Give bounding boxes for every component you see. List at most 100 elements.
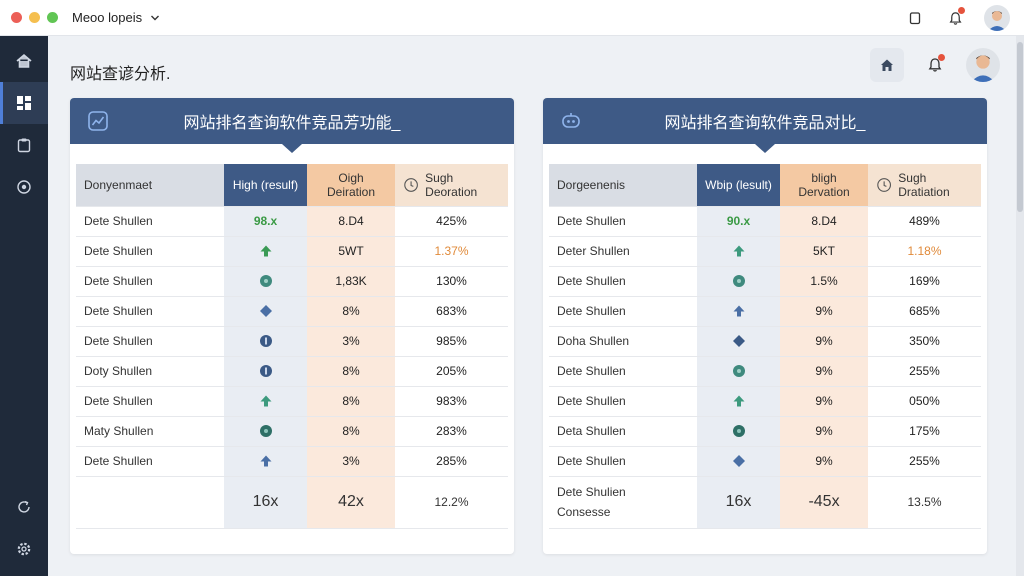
table-row[interactable]: Deter Shullen 5KT 1.18% (549, 236, 981, 267)
sidebar-item-dashboard[interactable] (0, 82, 48, 124)
cell-sugh: 130% (395, 266, 508, 297)
panel-title: 网站排名查询软件竞品芳功能_ (183, 115, 401, 132)
sidebar-item-home[interactable] (0, 40, 48, 82)
home-button[interactable] (870, 48, 904, 82)
close-window-button[interactable] (11, 12, 22, 23)
table-row[interactable]: Maty Shullen 8% 283% (76, 416, 508, 447)
table-row[interactable]: Dete Shullen 90.x 8.D4 489% (549, 206, 981, 237)
sidebar-item-refresh[interactable] (0, 486, 48, 528)
copy-icon (909, 12, 921, 25)
column-header-orig[interactable]: bligh Dervation (780, 164, 868, 207)
cell-name: Dete Shullen (76, 446, 224, 477)
cell-orig: 8.D4 (307, 206, 395, 237)
cell-sugh: 350% (868, 326, 981, 357)
table-row[interactable]: Doha Shullen 9% 350% (549, 326, 981, 357)
table-row[interactable]: Dete Shullen 3% 985% (76, 326, 508, 357)
cell-high (224, 236, 307, 267)
table-row[interactable]: Dete Shullen 1,83K 130% (76, 266, 508, 297)
cell-high: 90.x (697, 206, 780, 237)
cell-sugh: 175% (868, 416, 981, 447)
title-bar: Meoo lopeis (0, 0, 1024, 36)
cell-sugh-value: 130% (436, 274, 467, 288)
notifications-button[interactable] (944, 7, 966, 29)
column-header-name[interactable]: Donyenmaet (76, 164, 224, 207)
cell-high (697, 416, 780, 447)
column-header-sugh-label: Sugh Dratiation (898, 170, 950, 199)
cell-sugh: 205% (395, 356, 508, 387)
column-header-name[interactable]: Dorgeenenis (549, 164, 697, 207)
comparison-table: Donyenmaet High (resulf) Oigh Deiration … (76, 164, 508, 529)
sidebar-item-settings[interactable] (0, 528, 48, 570)
cell-high (697, 386, 780, 417)
cell-sugh-value: 1.37% (434, 244, 469, 258)
table-row[interactable]: Dete Shullen 9% 685% (549, 296, 981, 327)
cell-high (697, 296, 780, 327)
table-row[interactable]: Dete Shullen 8% 683% (76, 296, 508, 327)
cell-sugh: 283% (395, 416, 508, 447)
column-header-sugh[interactable]: Sugh Deoration (395, 164, 508, 207)
cell-name: Dete Shullen (549, 296, 697, 327)
avatar-icon (971, 55, 995, 82)
cell-high (224, 266, 307, 297)
clipboard-icon (17, 138, 31, 153)
sidebar-item-services[interactable] (0, 166, 48, 208)
home-icon (881, 59, 893, 71)
cell-high-value: 90.x (726, 214, 751, 228)
cell-sugh-value: 050% (909, 394, 940, 408)
app-title-dropdown[interactable]: Meoo lopeis (72, 10, 160, 25)
table-row[interactable]: Dete Shullen 3% 285% (76, 446, 508, 477)
table-row[interactable]: Dete Shullen 9% 255% (549, 446, 981, 477)
header-notifications-button[interactable] (918, 48, 952, 82)
column-header-sugh[interactable]: Sugh Dratiation (868, 164, 981, 207)
cell-name: Deta Shullen (549, 416, 697, 447)
panel-header: 网站排名查询软件竞品对比_ (543, 98, 987, 144)
arrow-up-icon (733, 395, 744, 407)
cell-orig: 5KT (780, 236, 868, 267)
cell-sugh: 425% (395, 206, 508, 237)
cell-sugh-value: 683% (436, 304, 467, 318)
cell-total-sugh: 13.5% (868, 476, 981, 529)
cell-sugh-value: 425% (436, 214, 467, 228)
cell-name: Deter Shullen (549, 236, 697, 267)
table-row[interactable]: Dete Shullen 9% 255% (549, 356, 981, 387)
panel-header-notch (282, 144, 302, 153)
cell-sugh-value: 985% (436, 334, 467, 348)
arrow-up-icon (260, 455, 271, 467)
chevron-down-icon (151, 15, 160, 20)
table-body: Dete Shullen 98.x 8.D4 425% Dete Shullen 5WT 1… (76, 206, 508, 529)
cell-high (224, 296, 307, 327)
table-row[interactable]: Deta Shullen 9% 175% (549, 416, 981, 447)
cell-sugh-value: 489% (909, 214, 940, 228)
arrow-up-icon (260, 395, 271, 407)
cell-sugh: 255% (868, 446, 981, 477)
cell-high (697, 236, 780, 267)
copy-button[interactable] (904, 7, 926, 29)
cell-high (697, 326, 780, 357)
sidebar (0, 36, 48, 576)
header-user-avatar[interactable] (966, 48, 1000, 82)
status-dot-icon (259, 365, 272, 378)
column-header-orig[interactable]: Oigh Deiration (307, 164, 395, 207)
vertical-scrollbar[interactable] (1016, 36, 1024, 576)
table-row[interactable]: Dete Shullen 9% 050% (549, 386, 981, 417)
table-row[interactable]: Dete Shullen 5WT 1.37% (76, 236, 508, 267)
column-header-high[interactable]: Wbip (lesult) (697, 164, 780, 207)
cell-high (697, 266, 780, 297)
table-row[interactable]: Doty Shullen 8% 205% (76, 356, 508, 387)
cell-sugh-value: 255% (909, 364, 940, 378)
sidebar-item-clipboard[interactable] (0, 124, 48, 166)
table-row[interactable]: Dete Shullen 98.x 8.D4 425% (76, 206, 508, 237)
user-avatar[interactable] (984, 5, 1010, 31)
cell-total-high: 16x (224, 476, 307, 529)
cell-high (224, 386, 307, 417)
column-header-high[interactable]: High (resulf) (224, 164, 307, 207)
refresh-icon (18, 500, 30, 513)
table-row[interactable]: Dete Shullen 1.5% 169% (549, 266, 981, 297)
scrollbar-thumb[interactable] (1017, 42, 1023, 212)
minimize-window-button[interactable] (29, 12, 40, 23)
table-row[interactable]: Dete Shullen 8% 983% (76, 386, 508, 417)
cell-orig: 1,83K (307, 266, 395, 297)
cell-sugh-value: 1.18% (907, 244, 942, 258)
maximize-window-button[interactable] (47, 12, 58, 23)
cell-name: Dete Shullen (549, 266, 697, 297)
